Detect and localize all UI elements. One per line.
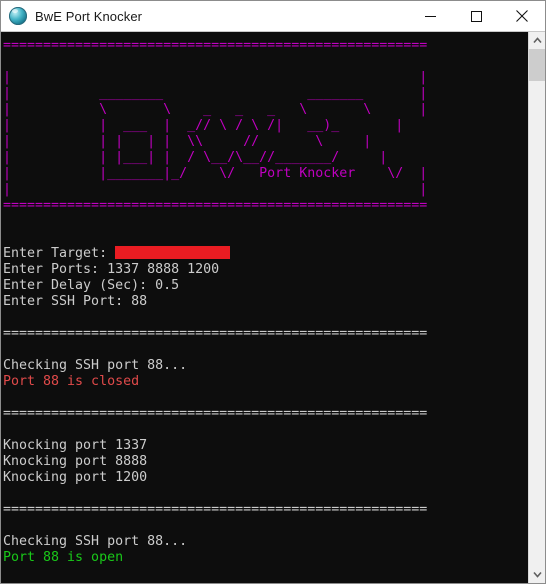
window-controls <box>407 1 545 31</box>
minimize-icon <box>424 15 436 17</box>
checking-ssh-port-1: Checking SSH port 88... <box>3 358 188 373</box>
console-area[interactable]: ========================================… <box>1 32 545 583</box>
prompt-ssh-port-label: Enter SSH Port: <box>3 294 132 309</box>
close-icon <box>516 10 528 22</box>
knock-line-2: Knocking port 8888 <box>3 454 148 469</box>
scrollbar-track[interactable] <box>529 49 545 566</box>
chevron-down-icon <box>532 571 542 578</box>
maximize-button[interactable] <box>453 1 499 31</box>
port-status-closed: Port 88 is closed <box>3 374 140 389</box>
prompt-ports-label: Enter Ports: <box>3 262 108 277</box>
terminal-text: ========================================… <box>1 32 528 583</box>
banner-separator-bottom: ========================================… <box>3 198 428 213</box>
terminal-output[interactable]: ========================================… <box>1 32 528 583</box>
maximize-icon <box>470 10 482 22</box>
prompt-ssh-port-value: 88 <box>131 294 148 309</box>
separator-2: ========================================… <box>3 406 428 421</box>
knock-line-3: Knocking port 1200 <box>3 470 148 485</box>
prompt-target-label: Enter Target: <box>3 246 116 261</box>
scroll-down-button[interactable] <box>529 566 545 583</box>
title-bar: BwE Port Knocker <box>1 1 545 32</box>
app-window: BwE Port Knocker =======================… <box>0 0 546 584</box>
prompt-delay-label: Enter Delay (Sec): <box>3 278 156 293</box>
port-status-open: Port 88 is open <box>3 550 124 565</box>
knock-line-1: Knocking port 1337 <box>3 438 148 453</box>
final-prompt-label: Go Again? (y/n): <box>3 582 139 583</box>
close-button[interactable] <box>499 1 545 31</box>
redacted-target-value <box>115 246 231 259</box>
separator-3: ========================================… <box>3 502 428 517</box>
minimize-button[interactable] <box>407 1 453 31</box>
chevron-up-icon <box>532 37 542 44</box>
scroll-up-button[interactable] <box>529 32 545 49</box>
checking-ssh-port-2: Checking SSH port 88... <box>3 534 188 549</box>
scrollbar-thumb[interactable] <box>529 49 545 81</box>
vertical-scrollbar[interactable] <box>528 32 545 583</box>
separator-1: ========================================… <box>3 326 428 341</box>
window-title: BwE Port Knocker <box>35 8 143 24</box>
globe-icon <box>9 7 27 25</box>
banner-separator-top: ========================================… <box>3 38 428 53</box>
ascii-art-banner: | | | ________ _______ | | \ \ _ _ _ \ \… <box>3 70 428 197</box>
prompt-ports-value: 1337 8888 1200 <box>107 262 220 277</box>
prompt-delay-value: 0.5 <box>155 278 180 293</box>
